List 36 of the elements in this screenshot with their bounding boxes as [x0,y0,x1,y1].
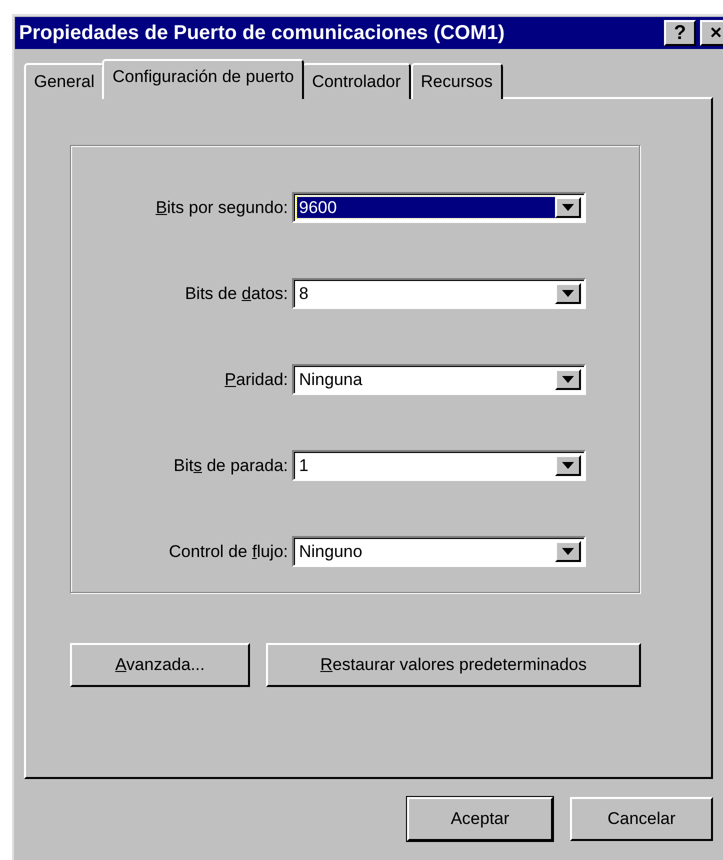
help-button[interactable]: ? [664,20,696,46]
tab[interactable]: General [24,63,104,99]
window-title: Propiedades de Puerto de comunicaciones (COM1) [19,22,506,44]
field-label: Bits por segundo: [156,198,288,218]
restore-defaults-button[interactable]: Restaurar valores predeterminados [266,643,641,687]
dropdown-arrow-button[interactable] [555,197,581,218]
advanced-button[interactable]: Avanzada... [70,643,250,687]
caret-icon [562,204,574,211]
field-label: Bits de datos: [184,284,288,304]
dropdown-field[interactable]: Ninguna [292,364,586,395]
dropdown-value: 1 [298,455,310,476]
dropdown-field[interactable]: Ninguno [292,536,586,567]
field-label: Control de flujo: [168,542,288,562]
caret-icon [562,548,574,555]
dropdown-arrow-button[interactable] [555,283,581,304]
ok-button[interactable]: Aceptar [407,797,553,841]
field-label: Paridad: [224,370,288,390]
dropdown-field[interactable]: 1 [292,450,586,481]
dropdown-field[interactable]: 9600 [292,192,586,223]
tab[interactable]: Recursos [410,63,503,99]
dropdown-arrow-button[interactable] [555,369,581,390]
dropdown-value: Ninguno [298,541,364,562]
cancel-button[interactable]: Cancelar [570,797,713,841]
tab[interactable]: Configuración de puerto [102,59,304,99]
dropdown-arrow-button[interactable] [555,455,581,476]
tab[interactable]: Controlador [302,63,411,99]
dropdown-value: 9600 [297,197,555,218]
close-button[interactable]: × [700,20,723,46]
dropdown-arrow-button[interactable] [555,541,581,562]
dropdown-field[interactable]: 8 [292,278,586,309]
caret-icon [562,462,574,469]
caret-icon [562,290,574,297]
field-label: Bits de parada: [174,456,288,476]
dropdown-value: Ninguna [298,369,364,390]
caret-icon [562,376,574,383]
dropdown-value: 8 [298,283,310,304]
